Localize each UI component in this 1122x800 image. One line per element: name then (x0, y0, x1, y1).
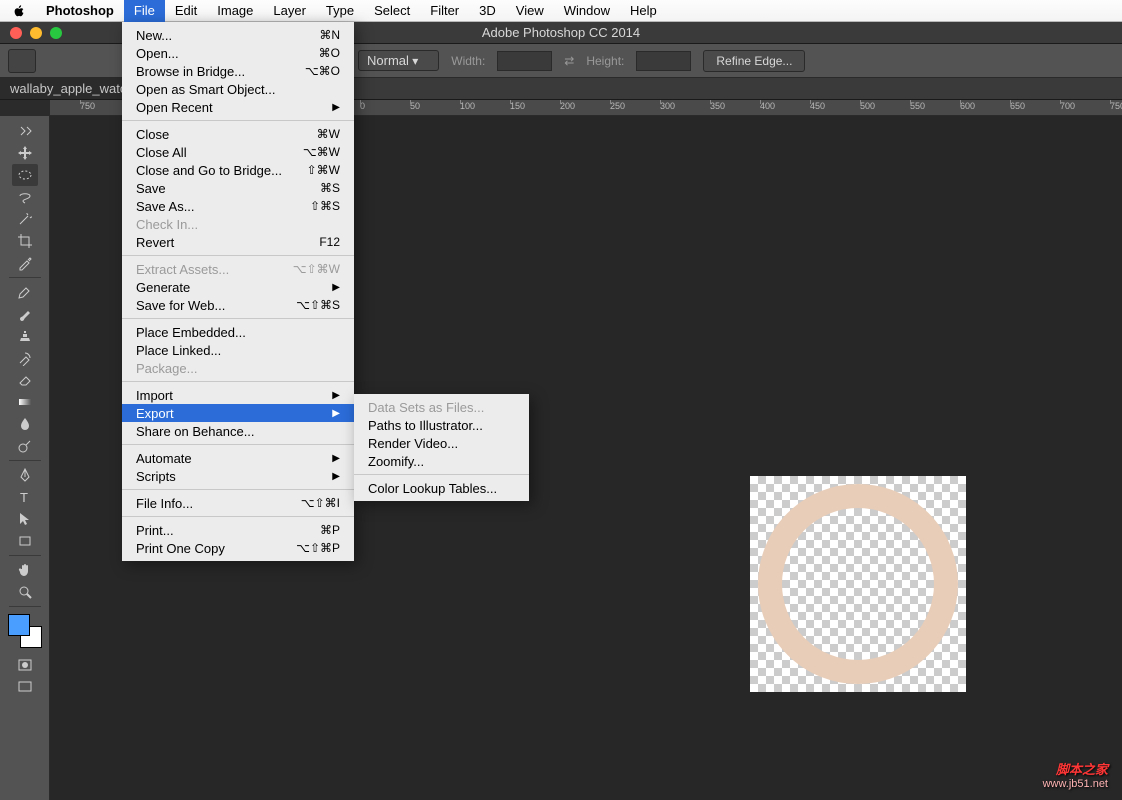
gradient-tool[interactable] (12, 391, 38, 413)
menu-type[interactable]: Type (316, 0, 364, 22)
blend-mode-select[interactable]: Normal ▾ (358, 50, 439, 71)
height-label: Height: (586, 54, 624, 68)
menu-item-scripts[interactable]: Scripts▶ (122, 467, 354, 485)
menu-view[interactable]: View (506, 0, 554, 22)
menu-item-extract-assets-: Extract Assets...⌥⇧⌘W (122, 260, 354, 278)
path-selection-tool[interactable] (12, 508, 38, 530)
menu-item-open-[interactable]: Open...⌘O (122, 44, 354, 62)
submenu-item-zoomify-[interactable]: Zoomify... (354, 452, 529, 470)
toolbox: T (0, 116, 50, 800)
os-menubar: Photoshop File Edit Image Layer Type Sel… (0, 0, 1122, 22)
menu-image[interactable]: Image (207, 0, 263, 22)
blur-tool[interactable] (12, 413, 38, 435)
type-tool[interactable]: T (12, 486, 38, 508)
swap-icon[interactable]: ⇄ (564, 54, 574, 68)
menu-item-close[interactable]: Close⌘W (122, 125, 354, 143)
width-input[interactable] (497, 51, 552, 71)
color-swatches[interactable] (8, 614, 42, 648)
healing-brush-tool[interactable] (12, 281, 38, 303)
menu-item-open-recent[interactable]: Open Recent▶ (122, 98, 354, 116)
menu-photoshop[interactable]: Photoshop (36, 0, 124, 22)
menu-select[interactable]: Select (364, 0, 420, 22)
move-tool[interactable] (12, 142, 38, 164)
export-submenu: Data Sets as Files...Paths to Illustrato… (354, 394, 529, 501)
document-canvas[interactable] (750, 476, 966, 692)
window-maximize-button[interactable] (50, 27, 62, 39)
marquee-tool[interactable] (12, 164, 38, 186)
watermark: 脚本之家 www.jb51.net (1043, 759, 1108, 790)
svg-text:T: T (20, 490, 28, 505)
menu-item-automate[interactable]: Automate▶ (122, 449, 354, 467)
menu-item-check-in-: Check In... (122, 215, 354, 233)
current-tool-icon[interactable] (8, 49, 36, 73)
menu-edit[interactable]: Edit (165, 0, 207, 22)
menu-item-close-and-go-to-bridge-[interactable]: Close and Go to Bridge...⇧⌘W (122, 161, 354, 179)
window-minimize-button[interactable] (30, 27, 42, 39)
menu-item-place-embedded-[interactable]: Place Embedded... (122, 323, 354, 341)
tab-toggle-icon[interactable] (12, 120, 38, 142)
window-close-button[interactable] (10, 27, 22, 39)
pen-tool[interactable] (12, 464, 38, 486)
screen-mode-tool[interactable] (12, 676, 38, 698)
menu-layer[interactable]: Layer (263, 0, 316, 22)
foreground-color[interactable] (8, 614, 30, 636)
submenu-item-render-video-[interactable]: Render Video... (354, 434, 529, 452)
submenu-item-data-sets-as-files-: Data Sets as Files... (354, 398, 529, 416)
file-menu-dropdown: New...⌘NOpen...⌘OBrowse in Bridge...⌥⌘OO… (122, 22, 354, 561)
apple-logo-icon (12, 4, 26, 18)
submenu-item-paths-to-illustrator-[interactable]: Paths to Illustrator... (354, 416, 529, 434)
menu-item-print-[interactable]: Print...⌘P (122, 521, 354, 539)
eyedropper-tool[interactable] (12, 252, 38, 274)
brush-tool[interactable] (12, 303, 38, 325)
quick-mask-tool[interactable] (12, 654, 38, 676)
menu-item-new-[interactable]: New...⌘N (122, 26, 354, 44)
rectangle-tool[interactable] (12, 530, 38, 552)
lasso-tool[interactable] (12, 186, 38, 208)
dodge-tool[interactable] (12, 435, 38, 457)
magic-wand-tool[interactable] (12, 208, 38, 230)
menu-window[interactable]: Window (554, 0, 620, 22)
menu-item-print-one-copy[interactable]: Print One Copy⌥⇧⌘P (122, 539, 354, 557)
clone-stamp-tool[interactable] (12, 325, 38, 347)
menu-item-save[interactable]: Save⌘S (122, 179, 354, 197)
menu-item-import[interactable]: Import▶ (122, 386, 354, 404)
menu-filter[interactable]: Filter (420, 0, 469, 22)
app-title: Adobe Photoshop CC 2014 (482, 25, 640, 40)
menu-help[interactable]: Help (620, 0, 667, 22)
zoom-tool[interactable] (12, 581, 38, 603)
menu-item-generate[interactable]: Generate▶ (122, 278, 354, 296)
width-label: Width: (451, 54, 485, 68)
submenu-item-color-lookup-tables-[interactable]: Color Lookup Tables... (354, 479, 529, 497)
history-brush-tool[interactable] (12, 347, 38, 369)
menu-item-save-as-[interactable]: Save As...⇧⌘S (122, 197, 354, 215)
menu-item-close-all[interactable]: Close All⌥⌘W (122, 143, 354, 161)
menu-item-export[interactable]: Export▶ (122, 404, 354, 422)
crop-tool[interactable] (12, 230, 38, 252)
menu-item-revert[interactable]: RevertF12 (122, 233, 354, 251)
eraser-tool[interactable] (12, 369, 38, 391)
menu-item-open-as-smart-object-[interactable]: Open as Smart Object... (122, 80, 354, 98)
menu-file[interactable]: File (124, 0, 165, 22)
ring-shape (758, 484, 958, 684)
hand-tool[interactable] (12, 559, 38, 581)
height-input[interactable] (636, 51, 691, 71)
menu-item-place-linked-[interactable]: Place Linked... (122, 341, 354, 359)
menu-item-save-for-web-[interactable]: Save for Web...⌥⇧⌘S (122, 296, 354, 314)
menu-item-browse-in-bridge-[interactable]: Browse in Bridge...⌥⌘O (122, 62, 354, 80)
menu-item-package-: Package... (122, 359, 354, 377)
menu-item-share-on-behance-[interactable]: Share on Behance... (122, 422, 354, 440)
menu-3d[interactable]: 3D (469, 0, 506, 22)
refine-edge-button[interactable]: Refine Edge... (703, 50, 805, 72)
menu-item-file-info-[interactable]: File Info...⌥⇧⌘I (122, 494, 354, 512)
